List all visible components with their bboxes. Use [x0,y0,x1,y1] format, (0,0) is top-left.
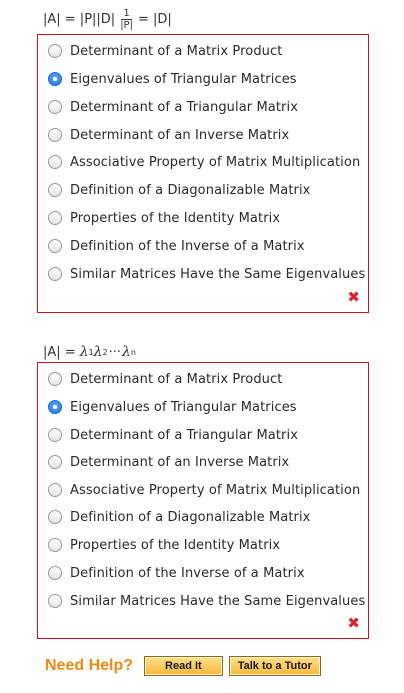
help-row: Need Help? Read It Talk to a Tutor [45,656,327,676]
option[interactable]: Associative Property of Matrix Multiplic… [48,151,364,173]
radio-button-selected[interactable] [48,400,62,414]
radio-button[interactable] [48,239,62,253]
need-help-label: Need Help? [45,657,134,674]
radio-button[interactable] [48,566,62,580]
radio-button[interactable] [48,44,62,58]
option-label: Associative Property of Matrix Multiplic… [70,482,361,498]
fraction-numerator: 1 [121,7,132,20]
lambda-2-sub: 2 [102,347,108,357]
option-label: Eigenvalues of Triangular Matrices [70,399,297,415]
equation-rhs: = |D| [137,11,172,27]
option-label: Definition of a Diagonalizable Matrix [70,509,311,525]
radio-button[interactable] [48,372,62,386]
incorrect-x-icon: ✖ [347,288,360,306]
option-label: Definition of a Diagonalizable Matrix [70,182,311,198]
lambda-n-sub: n [130,347,136,357]
radio-button[interactable] [48,155,62,169]
option-label: Associative Property of Matrix Multiplic… [70,154,361,170]
equation-lhs: |A| = [43,344,76,360]
option[interactable]: Properties of the Identity Matrix [48,207,364,229]
option-label: Determinant of a Matrix Product [70,371,283,387]
radio-button[interactable] [48,428,62,442]
radio-button[interactable] [48,483,62,497]
fraction-denominator: |P| [120,19,133,31]
radio-button[interactable] [48,211,62,225]
option-label: Determinant of a Triangular Matrix [70,427,298,443]
option[interactable]: Similar Matrices Have the Same Eigenvalu… [48,263,366,285]
option-label: Definition of the Inverse of a Matrix [70,565,305,581]
option[interactable]: Determinant of an Inverse Matrix [48,124,364,146]
option[interactable]: Definition of the Inverse of a Matrix [48,235,364,257]
option-label: Properties of the Identity Matrix [70,537,281,553]
radio-button[interactable] [48,455,62,469]
option[interactable]: Eigenvalues of Triangular Matrices [48,396,364,418]
lambda-1: λ [79,344,89,360]
question-1-options: Determinant of a Matrix Product Eigenval… [37,34,369,313]
radio-button[interactable] [48,538,62,552]
option[interactable]: Determinant of a Matrix Product [48,40,364,62]
question-1-equation: |A| = |P||D| 1 |P| = |D| [43,6,172,32]
option-label: Determinant of an Inverse Matrix [70,127,290,143]
option[interactable]: Determinant of a Triangular Matrix [48,424,364,446]
option-label: Determinant of a Triangular Matrix [70,99,298,115]
radio-button[interactable] [48,594,62,608]
option[interactable]: Definition of the Inverse of a Matrix [48,562,364,584]
radio-button-selected[interactable] [48,72,62,86]
option[interactable]: Definition of a Diagonalizable Matrix [48,179,364,201]
radio-button[interactable] [48,183,62,197]
lambda-2: λ [93,344,103,360]
option[interactable]: Eigenvalues of Triangular Matrices [48,68,364,90]
question-2-equation: |A| = λ1 λ2 ··· λn [43,341,136,363]
option[interactable]: Associative Property of Matrix Multiplic… [48,479,364,501]
option[interactable]: Determinant of a Matrix Product [48,368,364,390]
radio-button[interactable] [48,510,62,524]
question-2-options: Determinant of a Matrix Product Eigenval… [37,362,369,639]
radio-button[interactable] [48,100,62,114]
lambda-n: λ [122,344,131,360]
incorrect-x-icon: ✖ [347,614,360,632]
equation-lhs: |A| = |P||D| [43,11,116,27]
option-label: Similar Matrices Have the Same Eigenvalu… [70,266,366,282]
option-label: Properties of the Identity Matrix [70,210,281,226]
ellipsis: ··· [108,344,122,360]
radio-button[interactable] [48,267,62,281]
option[interactable]: Definition of a Diagonalizable Matrix [48,506,364,528]
option[interactable]: Determinant of an Inverse Matrix [48,451,364,473]
option[interactable]: Determinant of a Triangular Matrix [48,96,364,118]
equation-fraction: 1 |P| [118,8,135,31]
option[interactable]: Properties of the Identity Matrix [48,534,364,556]
talk-to-tutor-button[interactable]: Talk to a Tutor [228,656,321,676]
read-it-button[interactable]: Read It [144,656,223,676]
option-label: Eigenvalues of Triangular Matrices [70,71,297,87]
option-label: Determinant of an Inverse Matrix [70,454,290,470]
option-label: Definition of the Inverse of a Matrix [70,238,305,254]
option-label: Similar Matrices Have the Same Eigenvalu… [70,593,366,609]
option[interactable]: Similar Matrices Have the Same Eigenvalu… [48,590,366,612]
radio-button[interactable] [48,128,62,142]
option-label: Determinant of a Matrix Product [70,43,283,59]
